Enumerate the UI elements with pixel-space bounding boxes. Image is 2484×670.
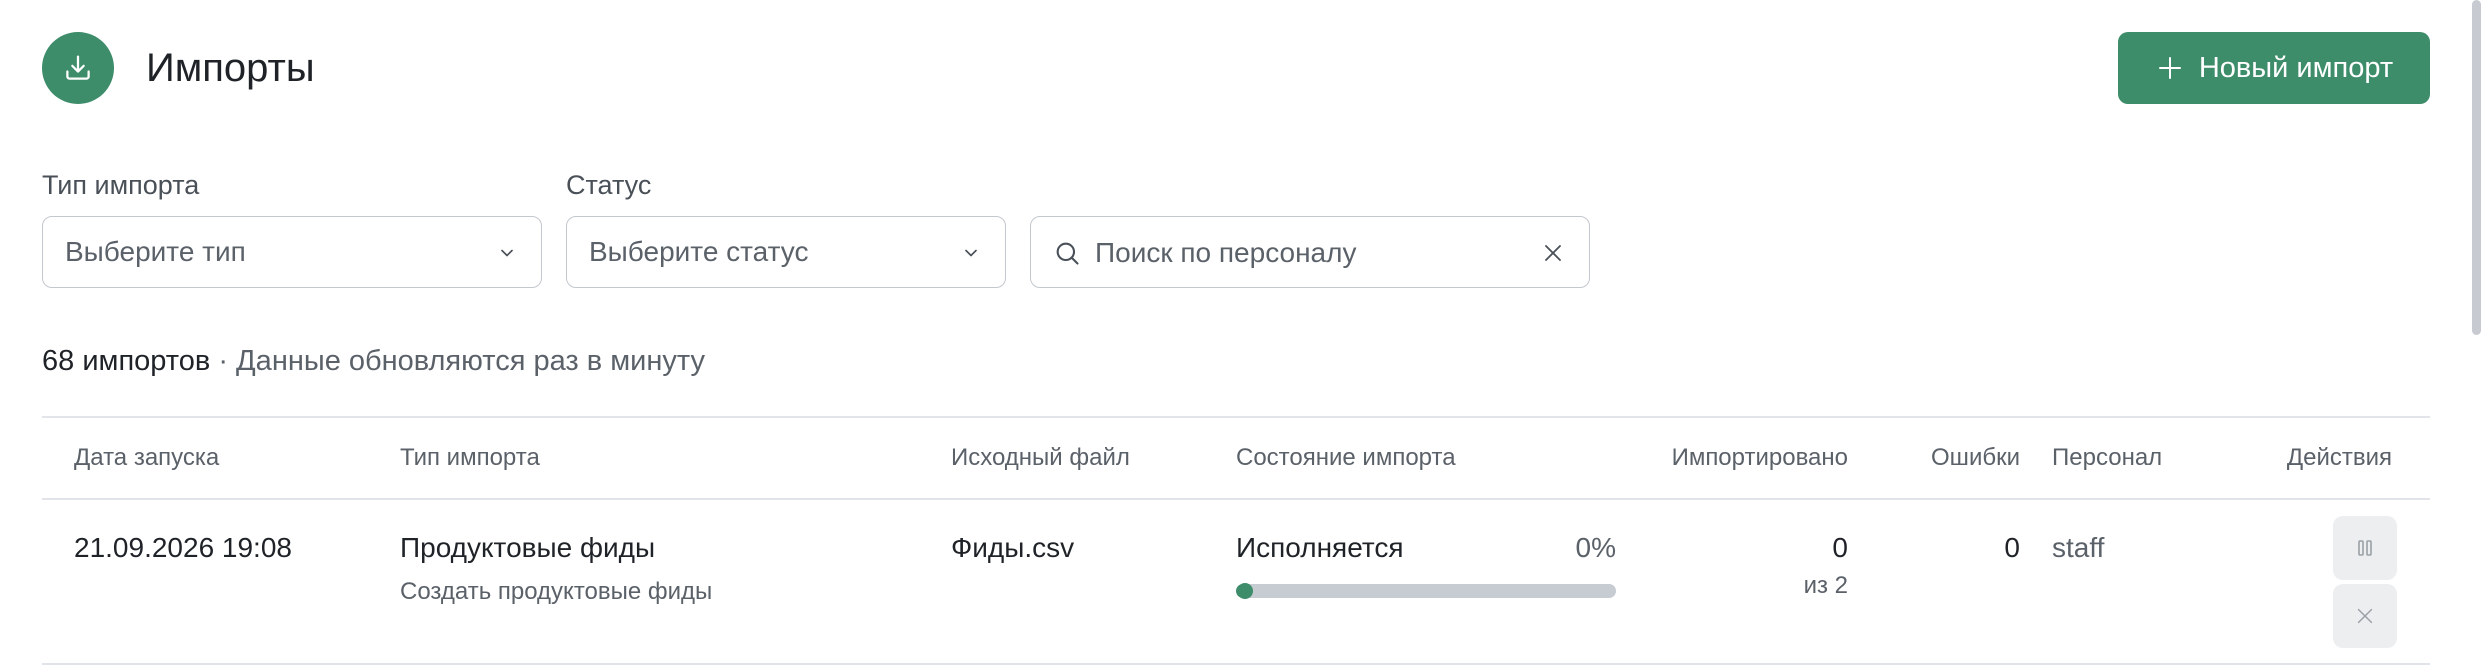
summary-separator: ·	[210, 345, 237, 377]
page-scrollbar[interactable]	[2468, 0, 2484, 670]
progress-start-dot	[1237, 583, 1253, 599]
scrollbar-thumb[interactable]	[2472, 0, 2481, 335]
status-select[interactable]: Выберите статус	[566, 216, 1006, 288]
plus-icon	[2158, 57, 2181, 79]
column-header-state: Состояние импорта	[1236, 444, 1456, 471]
import-type-placeholder: Выберите тип	[65, 236, 246, 267]
pause-icon	[2358, 540, 2372, 556]
imports-summary: 68 импортов · Данные обновляются раз в м…	[42, 342, 705, 380]
imports-count: 68 импортов	[42, 345, 211, 377]
row-imported-count: 0	[1832, 532, 1848, 563]
page-header: Импорты Новый импорт	[42, 32, 2430, 104]
status-label: Статус	[566, 170, 652, 200]
chevron-down-icon	[965, 249, 977, 257]
search-icon	[1056, 242, 1079, 265]
column-header-file: Исходный файл	[951, 444, 1130, 471]
row-source-file: Фиды.csv	[951, 532, 1075, 563]
pause-button[interactable]	[2333, 516, 2397, 580]
row-staff: staff	[2052, 532, 2105, 563]
row-progress-percent: 0%	[1575, 532, 1616, 563]
new-import-button[interactable]: Новый импорт	[2118, 32, 2430, 104]
chevron-down-icon	[501, 249, 513, 257]
status-placeholder: Выберите статус	[589, 236, 809, 267]
staff-search[interactable]	[1030, 216, 1590, 288]
refresh-note: Данные обновляются раз в минуту	[236, 345, 705, 377]
table-row-divider	[42, 663, 2430, 665]
column-header-errors: Ошибки	[1931, 444, 2020, 471]
row-imported-total: из 2	[1803, 572, 1848, 599]
column-header-date: Дата запуска	[74, 444, 220, 471]
imports-logo	[42, 32, 114, 104]
search-input[interactable]	[1093, 231, 1517, 275]
column-header-actions: Действия	[2286, 444, 2392, 471]
column-header-imported: Импортировано	[1671, 444, 1848, 471]
download-icon	[66, 55, 90, 80]
import-type-select[interactable]: Выберите тип	[42, 216, 542, 288]
page-title: Импорты	[146, 46, 315, 90]
table-header-divider	[42, 498, 2430, 500]
row-date: 21.09.2026 19:08	[74, 532, 292, 563]
table-top-divider	[42, 416, 2430, 418]
new-import-label: Новый импорт	[2198, 51, 2394, 84]
close-icon	[2357, 608, 2373, 624]
cancel-import-button[interactable]	[2333, 584, 2397, 648]
row-type-description: Создать продуктовые фиды	[400, 578, 713, 605]
column-header-staff: Персонал	[2052, 444, 2163, 471]
column-header-type: Тип импорта	[400, 444, 540, 471]
clear-search-icon[interactable]	[1541, 241, 1565, 265]
row-type: Продуктовые фиды	[400, 532, 656, 563]
row-errors: 0	[2004, 532, 2020, 563]
row-state: Исполняется	[1236, 532, 1404, 563]
import-type-label: Тип импорта	[42, 170, 200, 200]
progress-bar	[1236, 584, 1616, 598]
